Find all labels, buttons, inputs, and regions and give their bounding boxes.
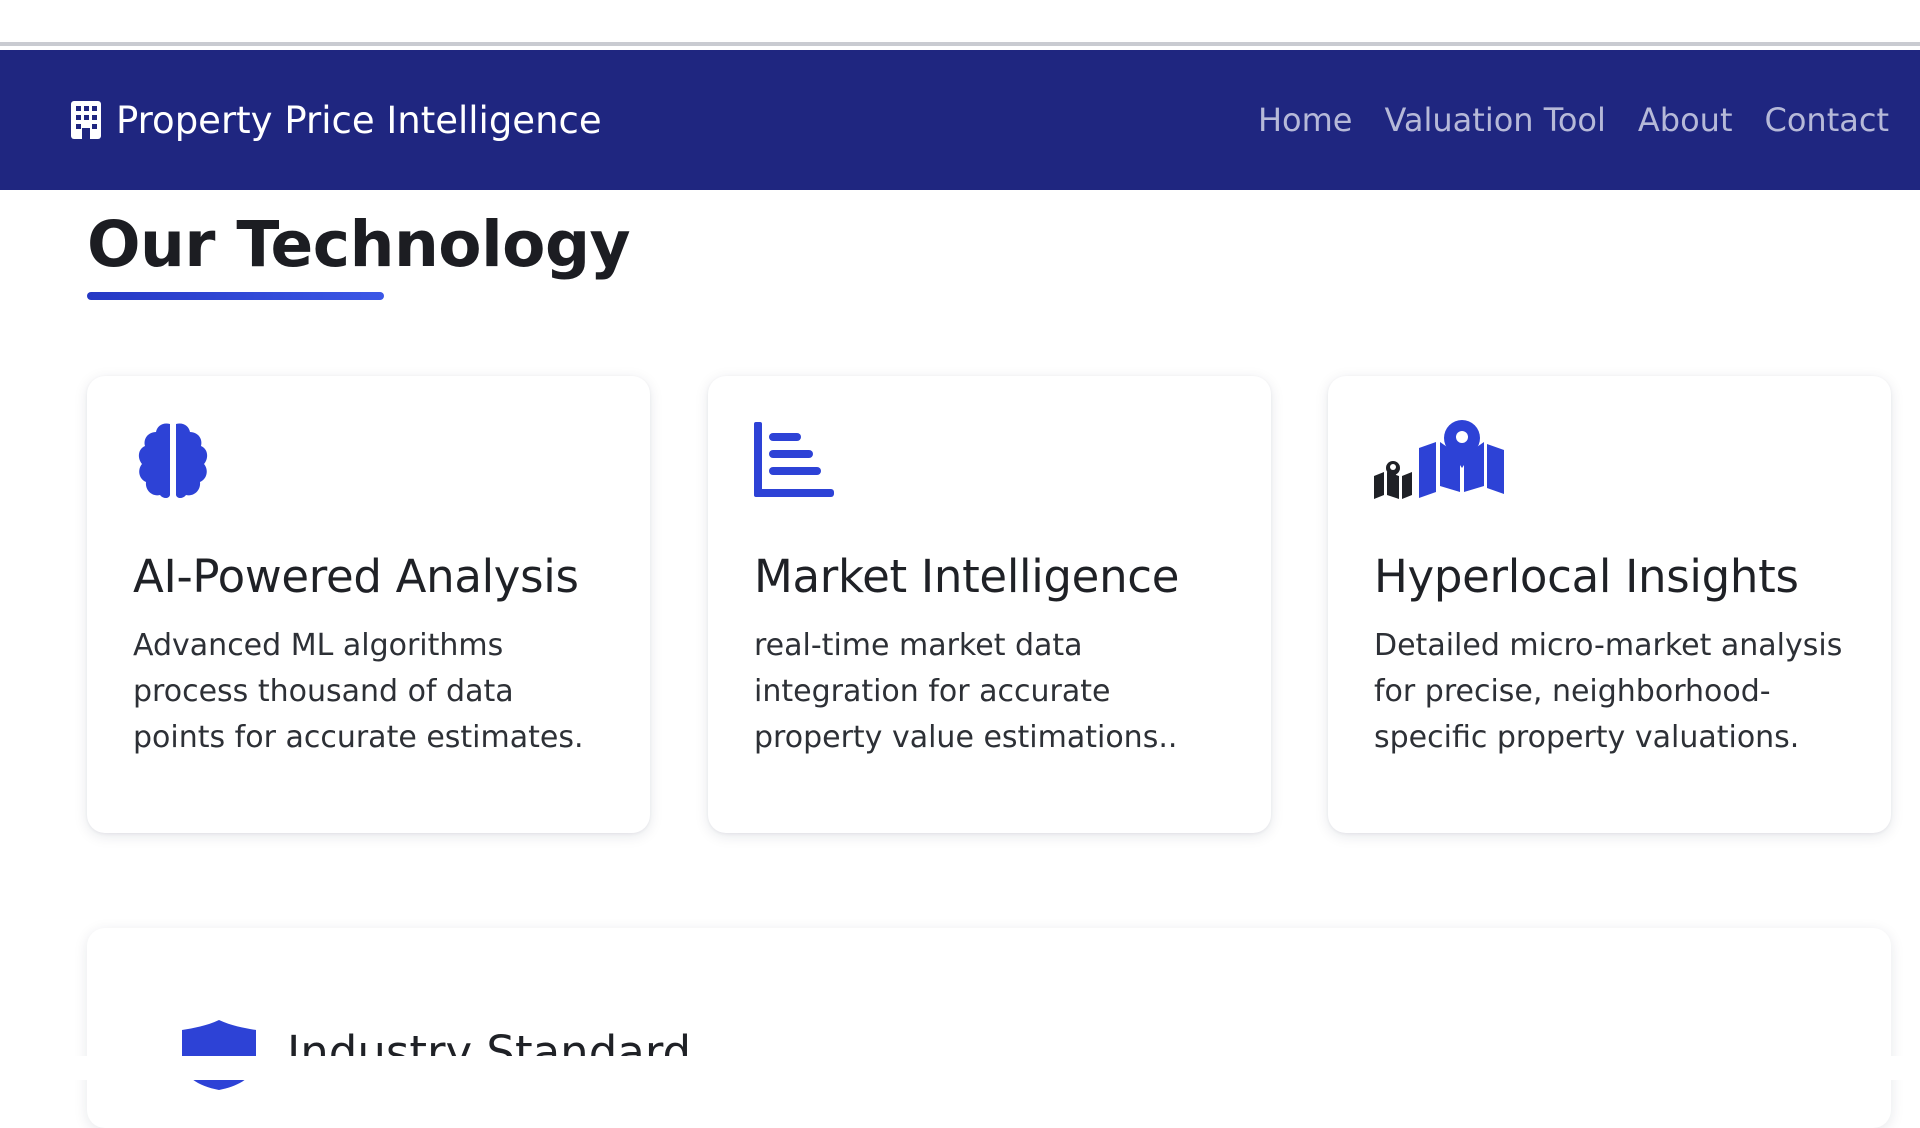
card-description: Detailed micro-market analysis for preci… bbox=[1374, 628, 1843, 755]
nav-link-contact[interactable]: Contact bbox=[1765, 101, 1890, 139]
navbar: Property Price Intelligence Home Valuati… bbox=[0, 50, 1920, 190]
browser-top-strip bbox=[0, 0, 1920, 46]
feature-card-partial: Industry Standard bbox=[87, 928, 1891, 1128]
title-underline bbox=[87, 292, 384, 300]
brand[interactable]: Property Price Intelligence bbox=[70, 99, 602, 142]
card-title: Hyperlocal Insights bbox=[1374, 550, 1799, 603]
feature-card-hyperlocal: Hyperlocal Insights Detailed micro-marke… bbox=[1328, 376, 1891, 833]
card-title: Market Intelligence bbox=[754, 550, 1180, 603]
brand-title: Property Price Intelligence bbox=[116, 98, 602, 142]
viewport-edge bbox=[0, 1056, 1920, 1080]
card-title: AI-Powered Analysis bbox=[133, 550, 579, 603]
section-title: Our Technology bbox=[87, 208, 631, 281]
brain-icon bbox=[133, 420, 213, 500]
feature-card-market: Market Intelligence real-time market dat… bbox=[708, 376, 1271, 833]
nav-links: Home Valuation Tool About Contact bbox=[1258, 101, 1889, 139]
chart-bar-icon bbox=[754, 420, 834, 500]
building-icon bbox=[70, 100, 102, 140]
nav-link-about[interactable]: About bbox=[1638, 101, 1733, 139]
card-description: real-time market data integration for ac… bbox=[754, 628, 1178, 755]
nav-link-home[interactable]: Home bbox=[1258, 101, 1353, 139]
feature-card-ai: AI-Powered Analysis Advanced ML algorith… bbox=[87, 376, 650, 833]
card-description: Advanced ML algorithms process thousand … bbox=[133, 628, 584, 755]
nav-link-valuation-tool[interactable]: Valuation Tool bbox=[1384, 101, 1605, 139]
map-location-icon bbox=[1374, 420, 1514, 500]
